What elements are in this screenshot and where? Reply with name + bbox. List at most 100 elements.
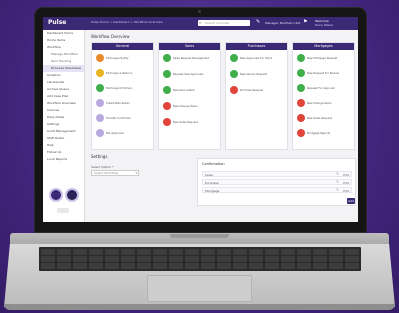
confirmation-row[interactable]: Mortgage ✎ Edit bbox=[202, 187, 352, 193]
sidebar-item[interactable]: Follow Up bbox=[43, 149, 84, 156]
workflow-node[interactable] bbox=[96, 114, 104, 122]
sidebar-item[interactable]: Staff Roster bbox=[43, 135, 84, 142]
sidebar-item[interactable]: Local Reports bbox=[43, 156, 84, 163]
keyboard-key bbox=[121, 263, 135, 269]
main-content: Workflow Overview Settings Select Option… bbox=[87, 30, 358, 222]
avatar[interactable] bbox=[49, 188, 63, 202]
workflow-select[interactable]: Select Workflow ▾ bbox=[91, 170, 139, 176]
workflow-column-header: Mortgages bbox=[293, 43, 354, 50]
keyboard-key bbox=[265, 263, 279, 269]
keyboard-key bbox=[217, 249, 231, 255]
sidebar-item[interactable]: Dashboard Home bbox=[43, 30, 84, 37]
edit-link[interactable]: Edit bbox=[343, 189, 349, 193]
edit-link[interactable]: Edit bbox=[343, 173, 349, 177]
sidebar-item[interactable]: Workflow bbox=[43, 44, 84, 51]
keyboard-key bbox=[185, 256, 199, 262]
workflow-node[interactable] bbox=[96, 129, 104, 137]
search-placeholder: Search modules bbox=[205, 21, 230, 25]
workflow-node[interactable] bbox=[96, 69, 104, 77]
keyboard-key bbox=[345, 249, 359, 255]
workflow-node[interactable] bbox=[297, 114, 305, 122]
page-title: Workflow Overview bbox=[91, 34, 130, 39]
sidebar-item[interactable]: Manage Workflow bbox=[43, 51, 84, 58]
edit-link[interactable]: Edit bbox=[343, 181, 349, 185]
workflow-node[interactable] bbox=[163, 86, 171, 94]
workflow-node[interactable] bbox=[96, 99, 104, 107]
keyboard-key bbox=[137, 249, 151, 255]
user-menu[interactable]: Welcome Dana Weber bbox=[315, 19, 333, 27]
keyboard-key bbox=[265, 256, 279, 262]
sidebar-item[interactable]: Analytics bbox=[43, 72, 84, 79]
workflow-node[interactable] bbox=[297, 129, 305, 137]
workflow-node[interactable] bbox=[163, 118, 171, 126]
edit-icon[interactable]: ✎ bbox=[336, 180, 339, 184]
sidebar-item[interactable]: Archive Queue bbox=[43, 86, 84, 93]
workflow-node[interactable] bbox=[96, 54, 104, 62]
edit-icon[interactable]: ✎ bbox=[336, 172, 339, 176]
sidebar-item[interactable]: Help bbox=[43, 142, 84, 149]
workflow-select-value: Select Workflow bbox=[94, 171, 118, 175]
workflow-node[interactable] bbox=[96, 84, 104, 92]
sidebar-item[interactable]: Item Tracking bbox=[43, 58, 84, 65]
sidebar: Dashboard Home Home Items Workflow Manage W… bbox=[43, 30, 85, 222]
confirmation-row[interactable]: Sales ✎ Edit bbox=[202, 171, 352, 177]
workflow-column: Sales Sales Request Management Request Sal… bbox=[158, 42, 221, 150]
keyboard-key bbox=[105, 249, 119, 255]
sidebar-item[interactable]: Audit Management bbox=[43, 128, 84, 135]
add-button[interactable]: Add bbox=[347, 198, 355, 204]
confirmation-row[interactable]: Purchase ✎ Edit bbox=[202, 179, 352, 185]
workflow-node-label: Exchange & Returns bbox=[106, 72, 133, 75]
chevron-down-icon: ▾ bbox=[135, 171, 137, 175]
workflow-node[interactable] bbox=[297, 84, 305, 92]
sidebar-item[interactable]: Process Overview bbox=[43, 65, 84, 72]
search-icon: ⌕ bbox=[199, 20, 202, 25]
keyboard-key bbox=[297, 249, 311, 255]
workflow-node[interactable] bbox=[163, 54, 171, 62]
laptop-screen: Pulse Pulse Home > Dashboard > Workflow … bbox=[43, 17, 358, 222]
trackpad[interactable] bbox=[147, 275, 252, 302]
workflow-node[interactable] bbox=[230, 86, 238, 94]
edit-icon[interactable]: ✎ bbox=[336, 188, 339, 192]
confirmation-row-text: Mortgage bbox=[205, 189, 220, 193]
workflow-node-label: New Vendor Request bbox=[240, 73, 267, 76]
sidebar-item[interactable]: Lab Results bbox=[43, 79, 84, 86]
workflow-node-label: New Change Items bbox=[173, 105, 198, 108]
bell-icon[interactable]: ⚑ bbox=[303, 19, 307, 25]
avatar-secondary[interactable] bbox=[65, 188, 79, 202]
workflow-node-label: Purchase Request bbox=[240, 89, 264, 92]
sidebar-item[interactable]: Add Case Plan bbox=[43, 93, 84, 100]
role-label[interactable]: Manager, Northern Unit bbox=[265, 21, 300, 25]
search-input[interactable]: ⌕ Search modules bbox=[198, 20, 250, 26]
keyboard-key bbox=[313, 263, 327, 269]
sidebar-item[interactable]: Invoices bbox=[43, 107, 84, 114]
workflow-node[interactable] bbox=[297, 99, 305, 107]
keyboard-key bbox=[265, 249, 279, 255]
sidebar-item[interactable]: Daily Notes bbox=[43, 114, 84, 121]
top-bar: Pulse Pulse Home > Dashboard > Workflow … bbox=[43, 17, 358, 30]
confirmation-row-text: Sales bbox=[205, 173, 213, 177]
breadcrumb[interactable]: Pulse Home > Dashboard > Workflow Overvi… bbox=[91, 20, 163, 24]
workflow-node[interactable] bbox=[230, 70, 238, 78]
keyboard-key bbox=[249, 249, 263, 255]
workflow-node[interactable] bbox=[297, 69, 305, 77]
workflow-node[interactable] bbox=[163, 70, 171, 78]
workflow-node-label: New Sales Request bbox=[307, 117, 332, 120]
workflow-column-header: General bbox=[92, 43, 153, 50]
sidebar-item[interactable]: Workflow Overview bbox=[43, 100, 84, 107]
keyboard-key bbox=[201, 249, 215, 255]
keyboard-key bbox=[329, 249, 343, 255]
keyboard-key bbox=[185, 249, 199, 255]
workflow-node[interactable] bbox=[163, 102, 171, 110]
workflow-node-label: Credit Note Return bbox=[106, 102, 131, 105]
app-logo[interactable]: Pulse bbox=[48, 19, 66, 26]
keyboard-key bbox=[169, 256, 183, 262]
sidebar-item[interactable]: Home Items bbox=[43, 37, 84, 44]
workflow-node[interactable] bbox=[230, 54, 238, 62]
workflow-node[interactable] bbox=[297, 54, 305, 62]
sidebar-collapse-button[interactable] bbox=[57, 208, 69, 213]
edit-icon[interactable]: ✎ bbox=[256, 19, 260, 25]
keyboard-key bbox=[233, 249, 247, 255]
sidebar-item[interactable]: Settings bbox=[43, 121, 84, 128]
keyboard bbox=[39, 247, 361, 271]
workflow-column-header: Purchases bbox=[226, 43, 287, 50]
